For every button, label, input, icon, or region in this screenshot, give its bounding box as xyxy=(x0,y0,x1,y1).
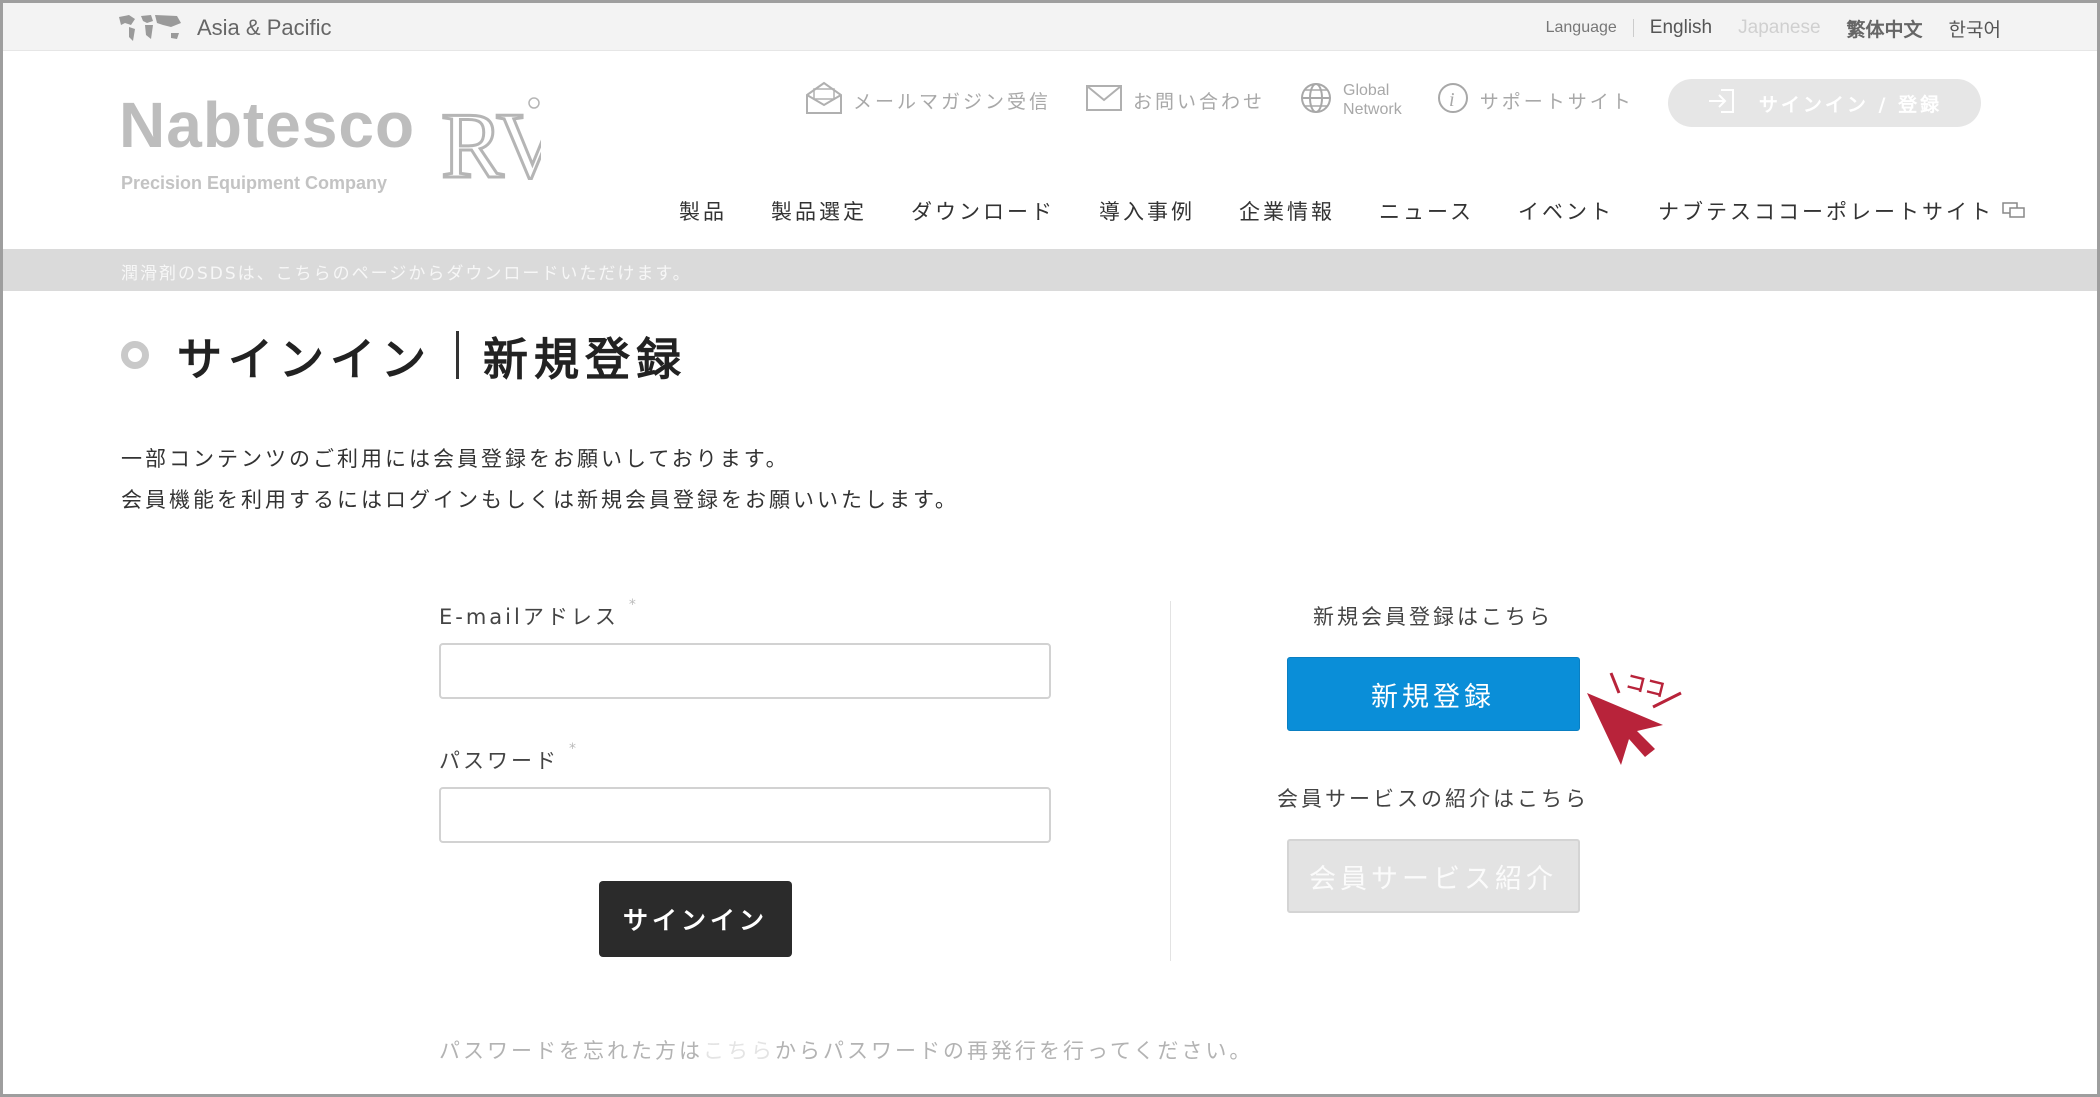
form-divider xyxy=(1170,601,1171,961)
global-network-link[interactable]: Global Network xyxy=(1299,81,1402,119)
contact-link[interactable]: お問い合わせ xyxy=(1085,84,1265,116)
nav-case-studies[interactable]: 導入事例 xyxy=(1099,196,1195,226)
email-label-text: E-mailアドレス xyxy=(439,605,619,629)
intro-line-2: 会員機能を利用するにはログインもしくは新規会員登録をお願いいたします。 xyxy=(121,488,959,512)
newsletter-label: メールマガジン受信 xyxy=(853,90,1052,113)
svg-text:ココ: ココ xyxy=(1623,669,1668,702)
language-switcher: Language English Japanese 繁体中文 한국어 xyxy=(1546,13,2001,43)
lang-traditional-chinese[interactable]: 繁体中文 xyxy=(1847,15,1923,42)
title-separator xyxy=(456,331,460,379)
envelope-icon xyxy=(1085,84,1123,116)
required-mark: * xyxy=(628,597,639,613)
region-label[interactable]: Asia & Pacific xyxy=(197,15,332,41)
lang-english[interactable]: English xyxy=(1650,17,1712,39)
nav-product-selection[interactable]: 製品選定 xyxy=(771,196,867,226)
page-title: サインイン 新規登録 xyxy=(121,325,688,386)
support-label: サポートサイト xyxy=(1479,90,1634,113)
contact-label: お問い合わせ xyxy=(1133,90,1266,113)
global-network-line1: Global xyxy=(1343,82,1390,99)
member-service-button[interactable]: 会員サービス紹介 xyxy=(1286,839,1580,913)
signin-button[interactable]: サインイン xyxy=(599,881,792,957)
brand-tagline: Precision Equipment Company xyxy=(121,173,388,193)
language-title: Language xyxy=(1546,19,1634,37)
nav-products[interactable]: 製品 xyxy=(679,196,727,226)
email-field[interactable] xyxy=(439,643,1051,699)
main-navigation: 製品 製品選定 ダウンロード 導入事例 企業情報 ニュース イベント ナブテスコ… xyxy=(679,195,2026,227)
forgot-before: パスワードを忘れた方は xyxy=(439,1039,703,1063)
forgot-password-text: パスワードを忘れた方はこちらからパスワードの再発行を行ってください。 xyxy=(439,1035,1253,1065)
region-selector[interactable]: Asia & Pacific xyxy=(115,11,332,45)
newsletter-link[interactable]: メールマガジン受信 xyxy=(805,81,1051,119)
nav-download[interactable]: ダウンロード xyxy=(911,196,1055,226)
notice-bar[interactable]: 潤滑剤のSDSは、こちらのページからダウンロードいただけます。 xyxy=(3,249,2097,291)
password-field[interactable] xyxy=(439,787,1051,843)
login-arrow-icon xyxy=(1707,88,1735,118)
global-network-line2: Network xyxy=(1343,101,1402,118)
external-window-icon xyxy=(2002,199,2026,223)
intro-line-1: 一部コンテンツのご利用には会員登録をお願いしております。 xyxy=(121,447,790,471)
lang-korean[interactable]: 한국어 xyxy=(1949,15,2001,42)
brand-name: Nabtesco xyxy=(119,89,416,161)
annotation-pointer-icon: ココ xyxy=(1587,669,1682,765)
signin-form: E-mailアドレス * パスワード * サインイン xyxy=(439,597,1051,957)
intro-text: 一部コンテンツのご利用には会員登録をお願いしております。 会員機能を利用するには… xyxy=(121,439,959,521)
nav-corporate-site-label: ナブテスココーポレートサイト xyxy=(1657,200,1994,224)
svg-text:RV: RV xyxy=(441,95,541,185)
password-field-label: パスワード * xyxy=(439,741,1051,775)
required-mark: * xyxy=(569,741,579,757)
mail-open-icon xyxy=(805,81,843,119)
forgot-after: からパスワードの再発行を行ってください。 xyxy=(775,1039,1254,1063)
lang-japanese[interactable]: Japanese xyxy=(1738,17,1820,39)
email-field-label: E-mailアドレス * xyxy=(439,597,1051,631)
password-label-text: パスワード xyxy=(439,749,559,773)
svg-text:i: i xyxy=(1449,89,1455,111)
register-caption: 新規会員登録はこちら xyxy=(1313,605,1553,629)
nav-news[interactable]: ニュース xyxy=(1379,196,1474,226)
signin-register-label: サインイン / 登録 xyxy=(1758,93,1943,116)
nav-events[interactable]: イベント xyxy=(1518,196,1614,226)
register-button[interactable]: 新規登録 xyxy=(1286,657,1580,731)
world-map-icon xyxy=(115,11,185,45)
globe-icon xyxy=(1299,81,1333,119)
page-title-signin: サインイン xyxy=(177,332,433,386)
utility-links: メールマガジン受信 お問い合わせ Global Network i サポートサイ… xyxy=(805,75,1668,125)
nav-corporate-site[interactable]: ナブテスココーポレートサイト xyxy=(1658,196,2026,226)
signin-register-button[interactable]: サインイン / 登録 xyxy=(1668,79,1981,127)
title-bullet-icon xyxy=(121,341,149,369)
site-header: Nabtesco Precision Equipment Company RV … xyxy=(3,51,2097,249)
forgot-password-link[interactable]: こちら xyxy=(703,1039,775,1063)
rv-logo-mark: RV xyxy=(441,95,541,185)
info-icon: i xyxy=(1436,81,1470,119)
notice-text[interactable]: 潤滑剤のSDSは、こちらのページからダウンロードいただけます。 xyxy=(121,259,692,284)
top-bar: Asia & Pacific Language English Japanese… xyxy=(3,3,2097,51)
global-network-label: Global Network xyxy=(1343,81,1402,119)
service-caption: 会員サービスの紹介はこちら xyxy=(1277,787,1589,811)
site-logo[interactable]: Nabtesco Precision Equipment Company RV xyxy=(119,93,579,193)
page-title-register: 新規登録 xyxy=(483,332,688,386)
nav-company-info[interactable]: 企業情報 xyxy=(1239,196,1335,226)
register-panel: 新規会員登録はこちら 新規登録 会員サービスの紹介はこちら 会員サービス紹介 xyxy=(1263,601,1603,913)
support-link[interactable]: i サポートサイト xyxy=(1436,81,1634,119)
